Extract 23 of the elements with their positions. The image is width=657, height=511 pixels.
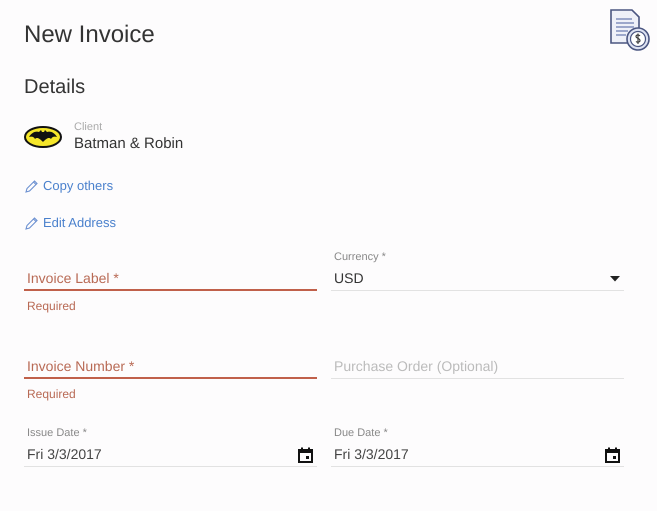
date-field[interactable]: Fri 3/3/2017: [331, 443, 624, 467]
invoice-icon: [608, 9, 653, 51]
link[interactable]: Edit Address: [43, 213, 116, 233]
input-field[interactable]: Invoice Number *: [24, 355, 317, 379]
date-field[interactable]: Fri 3/3/2017: [24, 443, 317, 467]
section-heading: Details: [24, 75, 86, 100]
field-label: Currency *: [333, 251, 386, 264]
error-message: Required: [26, 387, 76, 401]
pencil-icon: [24, 178, 39, 194]
field-label: Issue Date *: [26, 427, 87, 440]
error-message: Required: [26, 299, 76, 313]
pencil-icon: [24, 216, 39, 230]
calendar-icon: [605, 446, 620, 462]
field-label: Due Date *: [333, 427, 388, 440]
page-title: New Invoice: [24, 20, 155, 50]
link[interactable]: Copy others: [43, 176, 114, 196]
input-field[interactable]: Invoice Label *: [24, 267, 317, 291]
client-name: Batman & Robin: [74, 134, 184, 154]
caret-icon: [610, 276, 620, 282]
bat-icon: [24, 126, 62, 148]
currency-dropdown[interactable]: USD: [331, 267, 624, 291]
client-label: Client: [74, 120, 104, 134]
calendar-icon: [298, 446, 313, 462]
